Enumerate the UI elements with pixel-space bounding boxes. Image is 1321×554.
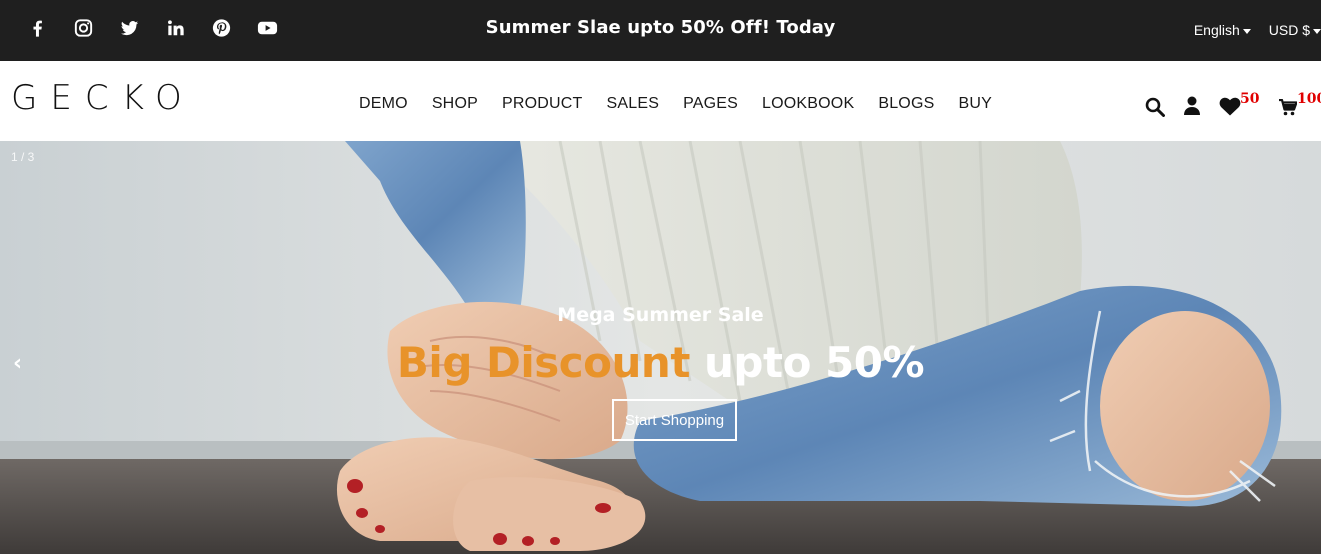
hero-headline: Big Discount upto 50% [0, 338, 1321, 387]
nav-item-blogs[interactable]: BLOGS [878, 95, 934, 113]
main-header: GECKO DEMO SHOP PRODUCT SALES PAGES LOOK… [0, 61, 1321, 141]
cart-icon[interactable] [1279, 98, 1298, 120]
nav-item-shop[interactable]: SHOP [432, 95, 478, 113]
cart-count-badge: 100 [1297, 91, 1321, 107]
user-icon[interactable] [1184, 96, 1200, 119]
slide-counter: 1 / 3 [11, 150, 35, 164]
wishlist-count-badge: 50 [1240, 91, 1260, 107]
currency-selector[interactable]: USD $ [1269, 22, 1321, 38]
site-logo[interactable]: GECKO [11, 81, 195, 115]
start-shopping-button[interactable]: Start Shopping [612, 399, 737, 441]
currency-label: USD $ [1268, 22, 1310, 38]
hero-headline-accent: Big Discount [396, 338, 690, 387]
nav-item-pages[interactable]: PAGES [683, 95, 738, 113]
nav-item-demo[interactable]: DEMO [359, 95, 408, 113]
language-selector[interactable]: English [1194, 22, 1251, 38]
nav-item-sales[interactable]: SALES [606, 95, 659, 113]
promo-banner-text: Summer Slae upto 50% Off! Today [485, 17, 836, 38]
hero-slider: 1 / 3 ‹ Mega Summer Sale Big Discount up… [0, 141, 1321, 554]
nav-item-lookbook[interactable]: LOOKBOOK [762, 95, 854, 113]
locale-selectors: English USD $ [1194, 22, 1321, 38]
top-bar: Summer Slae upto 50% Off! Today English … [0, 0, 1321, 61]
hero-headline-rest: upto 50% [689, 338, 925, 387]
chevron-down-icon [1242, 28, 1251, 34]
header-actions: 50 100 [1144, 91, 1321, 121]
language-label: English [1193, 22, 1240, 38]
search-icon[interactable] [1145, 97, 1165, 121]
chevron-down-icon [1313, 28, 1321, 34]
nav-item-product[interactable]: PRODUCT [502, 95, 583, 113]
heart-icon[interactable] [1219, 97, 1241, 120]
nav-item-buy[interactable]: BUY [958, 95, 992, 113]
hero-eyebrow: Mega Summer Sale [557, 304, 764, 326]
main-nav: DEMO SHOP PRODUCT SALES PAGES LOOKBOOK B… [359, 95, 1016, 113]
